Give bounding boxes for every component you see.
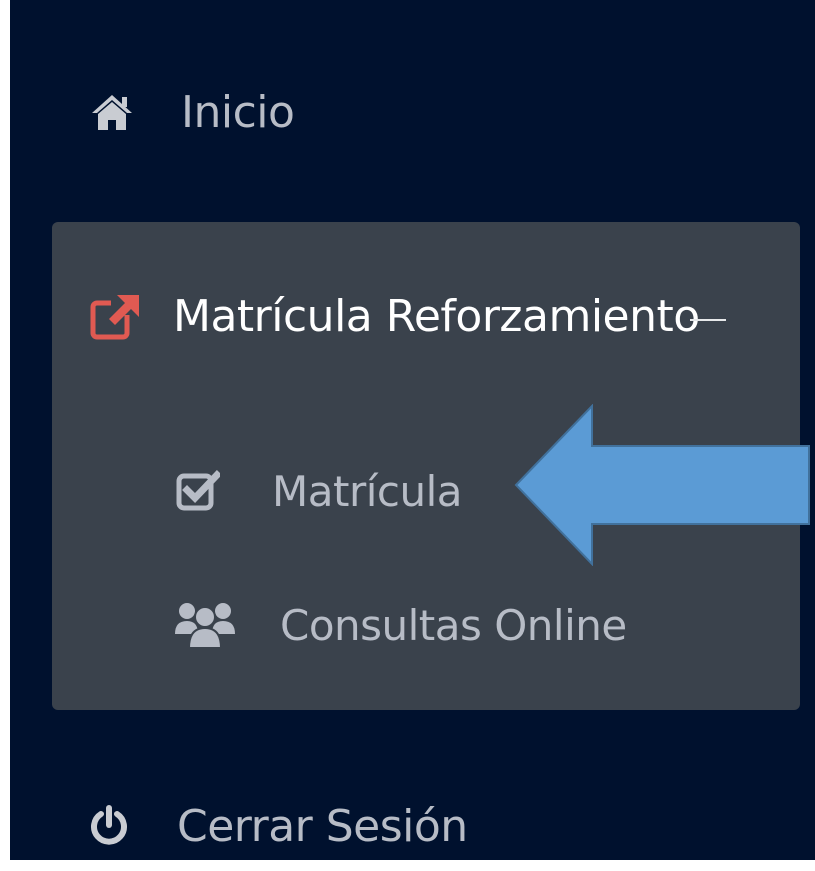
- sidebar-item-label: Inicio: [181, 86, 295, 138]
- power-icon: [89, 805, 133, 847]
- home-icon: [89, 92, 149, 132]
- submenu-item-consultas-online[interactable]: Consultas Online: [174, 588, 627, 662]
- external-link-icon: [89, 291, 147, 341]
- submenu-item-matricula[interactable]: Matrícula: [176, 458, 463, 524]
- sidebar-item-label: Cerrar Sesión: [177, 800, 468, 852]
- collapse-icon[interactable]: [689, 319, 726, 321]
- sidebar-item-inicio[interactable]: Inicio: [89, 82, 295, 142]
- submenu-item-label: Consultas Online: [280, 600, 627, 650]
- check-square-icon: [176, 470, 226, 512]
- arrow-left-icon: [514, 403, 812, 567]
- sidebar-item-label: Matrícula Reforzamiento: [173, 290, 700, 342]
- sidebar-item-cerrar-sesion[interactable]: Cerrar Sesión: [89, 796, 468, 856]
- sidebar-item-matricula-reforzamiento[interactable]: Matrícula Reforzamiento: [89, 283, 726, 349]
- users-icon: [174, 600, 240, 650]
- submenu-item-label: Matrícula: [272, 466, 463, 516]
- screenshot-canvas: Inicio Matrícula Reforzamiento Matrícula…: [0, 0, 815, 871]
